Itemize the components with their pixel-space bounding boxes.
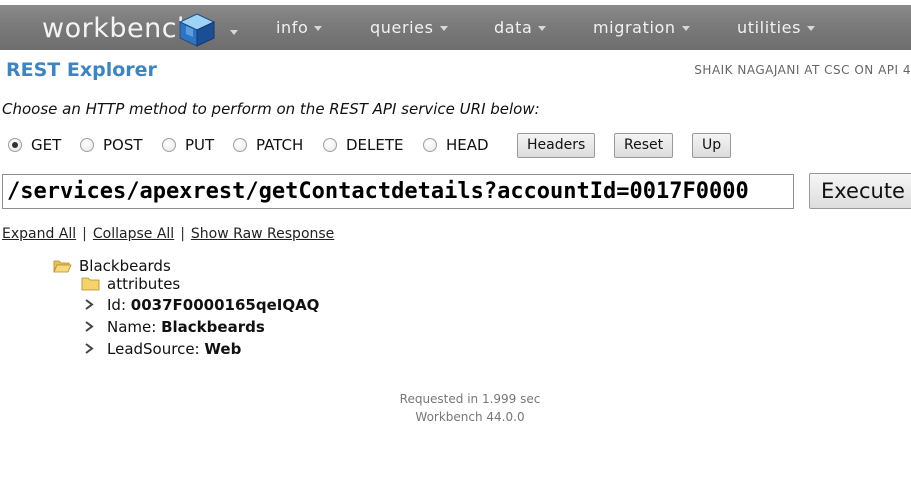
menu-info-label: info xyxy=(276,18,309,37)
execute-button[interactable]: Execute xyxy=(809,173,911,209)
chevron-down-icon xyxy=(314,26,323,31)
show-raw-response-link[interactable]: Show Raw Response xyxy=(191,226,334,242)
method-patch-label: PATCH xyxy=(256,136,304,154)
workbench-version: Workbench 44.0.0 xyxy=(415,410,525,424)
tree-field-id: Id: 0037F0000165qeIQAQ xyxy=(107,296,319,314)
result-links: Expand All | Collapse All | Show Raw Respons… xyxy=(2,225,334,243)
menu-queries[interactable]: queries xyxy=(370,18,448,38)
radio-icon[interactable] xyxy=(233,138,247,152)
folder-icon[interactable] xyxy=(81,277,100,291)
logo-dropdown-caret-icon[interactable] xyxy=(230,30,238,35)
instruction-text: Choose an HTTP method to perform on the … xyxy=(2,100,540,118)
method-head-label: HEAD xyxy=(446,136,489,154)
method-post-label: POST xyxy=(103,136,143,154)
field-value: Web xyxy=(204,340,242,358)
link-separator: | xyxy=(180,226,185,242)
field-key: Id: xyxy=(107,296,126,314)
tree-field-name: Name: Blackbeards xyxy=(107,318,265,336)
method-head-radio[interactable]: HEAD xyxy=(423,135,489,155)
menu-utilities-label: utilities xyxy=(737,18,802,37)
tree-attributes-node[interactable]: attributes xyxy=(107,275,180,293)
radio-icon[interactable] xyxy=(423,138,437,152)
up-button[interactable]: Up xyxy=(692,133,732,158)
menu-utilities[interactable]: utilities xyxy=(737,18,816,38)
field-key: Name: xyxy=(107,318,157,336)
chevron-down-icon xyxy=(807,26,816,31)
radio-selected-icon[interactable] xyxy=(8,138,22,152)
menu-info[interactable]: info xyxy=(276,18,323,38)
top-navbar: workbench info queries data migration ut… xyxy=(0,5,911,50)
page-title: REST Explorer xyxy=(6,59,157,81)
headers-button[interactable]: Headers xyxy=(517,133,596,158)
method-get-radio[interactable]: GET xyxy=(8,135,61,155)
menu-data[interactable]: data xyxy=(494,18,547,38)
field-value: 0037F0000165qeIQAQ xyxy=(130,296,320,314)
method-put-radio[interactable]: PUT xyxy=(162,135,214,155)
radio-icon[interactable] xyxy=(162,138,176,152)
field-value: Blackbeards xyxy=(161,318,265,336)
tree-field-leadsource: LeadSource: Web xyxy=(107,340,241,358)
method-post-radio[interactable]: POST xyxy=(80,135,143,155)
menu-migration[interactable]: migration xyxy=(593,18,690,38)
chevron-down-icon xyxy=(681,26,690,31)
menu-queries-label: queries xyxy=(370,18,434,37)
cube-logo-icon[interactable] xyxy=(178,12,216,48)
user-org-info: SHAIK NAGAJANI AT CSC ON API 4 xyxy=(694,63,911,77)
collapse-all-link[interactable]: Collapse All xyxy=(93,226,174,242)
chevron-down-icon xyxy=(439,26,448,31)
menu-data-label: data xyxy=(494,18,533,37)
method-put-label: PUT xyxy=(185,136,215,154)
tree-leaf-arrow-icon xyxy=(85,343,94,354)
radio-icon[interactable] xyxy=(323,138,337,152)
open-folder-icon[interactable] xyxy=(53,259,72,273)
method-delete-radio[interactable]: DELETE xyxy=(323,135,404,155)
request-timing: Requested in 1.999 sec xyxy=(399,392,541,406)
tree-leaf-arrow-icon xyxy=(85,299,94,310)
field-key: LeadSource: xyxy=(107,340,200,358)
reset-button[interactable]: Reset xyxy=(614,133,674,158)
method-delete-label: DELETE xyxy=(346,136,404,154)
method-get-label: GET xyxy=(31,136,62,154)
workbench-logo-text[interactable]: workbench xyxy=(42,14,195,44)
radio-icon[interactable] xyxy=(80,138,94,152)
link-separator: | xyxy=(82,226,87,242)
tree-leaf-arrow-icon xyxy=(85,321,94,332)
uri-input[interactable]: /services/apexrest/getContactdetails?acc… xyxy=(2,174,794,209)
expand-all-link[interactable]: Expand All xyxy=(2,226,76,242)
chevron-down-icon xyxy=(538,26,547,31)
method-patch-radio[interactable]: PATCH xyxy=(233,135,303,155)
menu-migration-label: migration xyxy=(593,18,676,37)
tree-root-node[interactable]: Blackbeards xyxy=(79,257,171,275)
